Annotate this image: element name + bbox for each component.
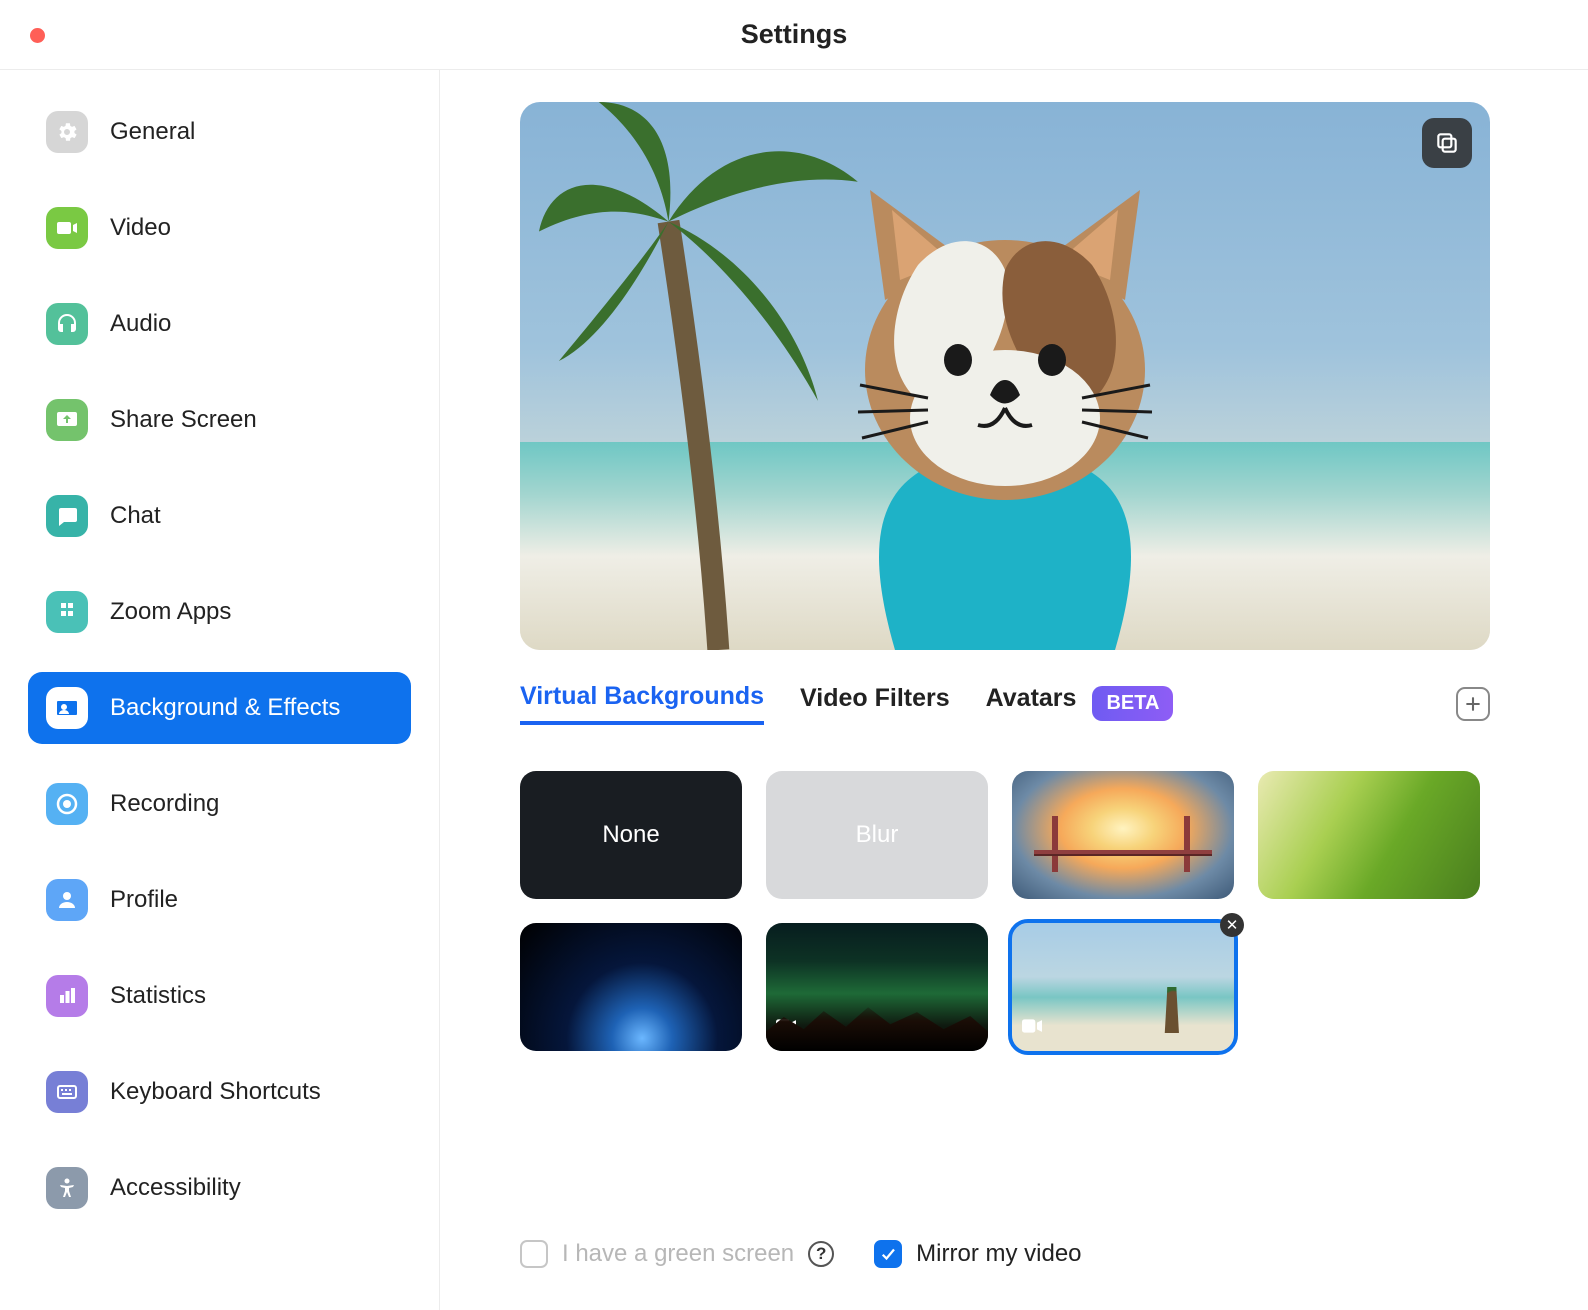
gear-icon [46,111,88,153]
sidebar-item-label: General [110,118,195,146]
share-screen-icon [46,399,88,441]
chat-bubble-icon [46,495,88,537]
sidebar-item-label: Chat [110,502,161,530]
rotate-camera-button[interactable] [1422,118,1472,168]
sidebar-item-label: Background & Effects [110,694,340,722]
background-option-beach[interactable]: ✕ [1012,923,1234,1051]
mirror-video-checkbox[interactable] [874,1240,902,1268]
add-background-button[interactable] [1456,687,1490,721]
preview-avatar-cat [790,180,1220,650]
tab-video-filters[interactable]: Video Filters [800,684,950,723]
green-screen-option[interactable]: I have a green screen ? [520,1240,834,1268]
tab-virtual-backgrounds[interactable]: Virtual Backgrounds [520,682,764,725]
sidebar-item-chat[interactable]: Chat [28,480,411,552]
sidebar-item-label: Video [110,214,171,242]
tab-avatars[interactable]: Avatars [986,684,1077,723]
video-preview [520,102,1490,650]
sidebar-item-zoom-apps[interactable]: Zoom Apps [28,576,411,648]
sidebar-item-statistics[interactable]: Statistics [28,960,411,1032]
titlebar: Settings [0,0,1588,70]
green-screen-label: I have a green screen [562,1240,794,1268]
green-screen-checkbox[interactable] [520,1240,548,1268]
background-options-footer: I have a green screen ? Mirror my video [520,1240,1082,1268]
background-option-none[interactable]: None [520,771,742,899]
settings-sidebar: General Video Audio Share Screen Chat Zo [0,70,440,1310]
remove-background-button[interactable]: ✕ [1220,913,1244,937]
person-card-icon [46,687,88,729]
record-icon [46,783,88,825]
sidebar-item-share-screen[interactable]: Share Screen [28,384,411,456]
sidebar-item-profile[interactable]: Profile [28,864,411,936]
background-grid: None Blur ✕ [520,771,1490,1051]
background-option-earth[interactable] [520,923,742,1051]
window-title: Settings [0,19,1588,50]
sidebar-item-background-effects[interactable]: Background & Effects [28,672,411,744]
background-label: None [602,821,659,849]
profile-icon [46,879,88,921]
settings-main-panel: Virtual Backgrounds Video Filters Avatar… [440,70,1588,1310]
effects-tabs: Virtual Backgrounds Video Filters Avatar… [520,682,1490,725]
sidebar-item-video[interactable]: Video [28,192,411,264]
plus-icon [1463,694,1483,714]
background-option-aurora[interactable] [766,923,988,1051]
background-label: Blur [856,821,899,849]
accessibility-icon [46,1167,88,1209]
sidebar-item-label: Statistics [110,982,206,1010]
sidebar-item-label: Recording [110,790,219,818]
help-icon[interactable]: ? [808,1241,834,1267]
headphones-icon [46,303,88,345]
video-badge-icon [776,1013,796,1041]
sidebar-item-audio[interactable]: Audio [28,288,411,360]
window-traffic-lights [30,28,45,43]
apps-icon [46,591,88,633]
video-camera-icon [46,207,88,249]
window-close-button[interactable] [30,28,45,43]
sidebar-item-recording[interactable]: Recording [28,768,411,840]
keyboard-icon [46,1071,88,1113]
sidebar-item-label: Profile [110,886,178,914]
sidebar-item-label: Zoom Apps [110,598,231,626]
video-badge-icon [1022,1013,1042,1041]
beta-badge: BETA [1092,686,1173,721]
rotate-icon [1434,130,1460,156]
sidebar-item-label: Share Screen [110,406,257,434]
sidebar-item-label: Audio [110,310,171,338]
mirror-video-label: Mirror my video [916,1240,1081,1268]
background-option-bridge[interactable] [1012,771,1234,899]
background-option-grass[interactable] [1258,771,1480,899]
bar-chart-icon [46,975,88,1017]
sidebar-item-keyboard-shortcuts[interactable]: Keyboard Shortcuts [28,1056,411,1128]
sidebar-item-general[interactable]: General [28,96,411,168]
mirror-video-option[interactable]: Mirror my video [874,1240,1081,1268]
sidebar-item-label: Keyboard Shortcuts [110,1078,321,1106]
background-option-blur[interactable]: Blur [766,771,988,899]
sidebar-item-accessibility[interactable]: Accessibility [28,1152,411,1224]
sidebar-item-label: Accessibility [110,1174,241,1202]
